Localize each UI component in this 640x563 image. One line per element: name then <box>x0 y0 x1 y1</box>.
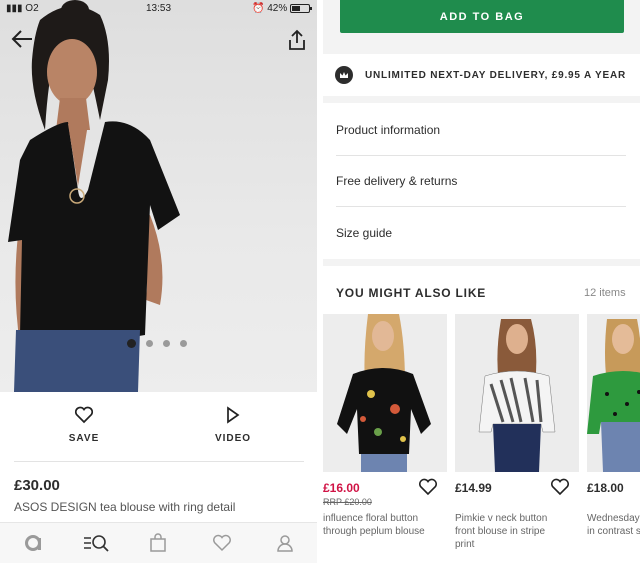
product-price: £30.00 <box>14 477 60 494</box>
saved-icon <box>213 534 231 552</box>
bottom-tab-bar <box>0 522 317 563</box>
account-icon <box>277 535 293 552</box>
tab-bag[interactable] <box>147 532 169 554</box>
divider <box>14 461 304 462</box>
product-details-screen: ADD TO BAG UNLIMITED NEXT-DAY DELIVERY, … <box>323 0 640 563</box>
search-icon <box>84 535 109 552</box>
card-name: Wednesday's Girl blouse in contrast spot <box>587 513 640 537</box>
home-icon <box>25 535 41 551</box>
product-card[interactable]: £16.00 RRP £20.00 influence floral butto… <box>323 314 447 537</box>
save-button[interactable]: SAVE <box>44 406 124 444</box>
save-label: SAVE <box>68 433 100 444</box>
heart-icon <box>550 478 570 496</box>
product-name: ASOS DESIGN tea blouse with ring detail <box>14 500 236 514</box>
heart-icon <box>74 406 94 424</box>
info-links: Product information Free delivery & retu… <box>323 103 640 259</box>
recommendations-section: YOU MIGHT ALSO LIKE 12 items £16.00 RRP … <box>323 266 640 563</box>
product-thumbnail[interactable] <box>323 314 447 472</box>
section-title: YOU MIGHT ALSO LIKE <box>336 286 487 300</box>
delivery-banner[interactable]: UNLIMITED NEXT-DAY DELIVERY, £9.95 A YEA… <box>323 54 640 96</box>
signal-icon: ▮▮▮ <box>6 3 23 14</box>
carousel-dot[interactable] <box>163 340 170 347</box>
product-card[interactable]: £14.99 Pimkie v neck button front blouse… <box>455 314 579 550</box>
carousel-dot[interactable] <box>146 340 153 347</box>
carousel-dots <box>127 339 187 348</box>
back-button[interactable] <box>10 28 36 50</box>
share-icon <box>289 29 305 50</box>
tab-home[interactable] <box>22 532 44 554</box>
item-count: 12 items <box>584 287 626 299</box>
heart-icon <box>418 478 438 496</box>
product-card[interactable]: £18.00 Wednesday's Girl blouse in contra… <box>587 314 640 537</box>
carousel-dot[interactable] <box>127 339 136 348</box>
alarm-icon: ⏰ <box>252 3 265 14</box>
tab-account[interactable] <box>274 532 296 554</box>
divider <box>336 155 626 156</box>
carousel-dot[interactable] <box>180 340 187 347</box>
product-image-carousel[interactable]: ▮▮▮ O2 13:53 ⏰ 42% <box>0 0 317 392</box>
card-name: Pimkie v neck button front blouse in str… <box>455 513 548 550</box>
product-screen: ▮▮▮ O2 13:53 ⏰ 42% SAVE VIDEO £30.00 ASO… <box>0 0 317 563</box>
play-icon <box>227 406 240 424</box>
bag-icon <box>150 533 166 552</box>
battery-percent: 42% <box>267 3 288 14</box>
size-guide-link[interactable]: Size guide <box>336 226 392 240</box>
card-name: influence floral button through peplum b… <box>323 513 425 537</box>
product-thumbnail[interactable] <box>587 314 640 472</box>
product-actions: SAVE VIDEO <box>0 392 317 462</box>
product-information-link[interactable]: Product information <box>336 123 440 137</box>
save-item-button[interactable] <box>550 478 570 496</box>
product-thumbnail[interactable] <box>455 314 579 472</box>
battery-icon <box>290 3 313 13</box>
battery-status: ⏰ 42% <box>252 3 313 14</box>
crown-icon <box>335 66 353 84</box>
clock: 13:53 <box>146 3 172 14</box>
card-price: £16.00 <box>323 481 360 495</box>
card-price: £18.00 <box>587 481 624 495</box>
carrier-label: ▮▮▮ O2 <box>6 3 39 14</box>
carrier-text: O2 <box>25 3 39 14</box>
tab-search[interactable] <box>82 532 110 554</box>
delivery-text: UNLIMITED NEXT-DAY DELIVERY, £9.95 A YEA… <box>365 69 627 81</box>
model-photo <box>8 0 180 392</box>
card-rrp: RRP £20.00 <box>323 497 372 507</box>
tab-saved[interactable] <box>211 532 233 554</box>
delivery-returns-link[interactable]: Free delivery & returns <box>336 174 457 188</box>
back-arrow-icon <box>11 30 32 48</box>
video-label: VIDEO <box>214 433 252 444</box>
divider <box>336 206 626 207</box>
video-button[interactable]: VIDEO <box>193 406 273 444</box>
add-to-bag-button[interactable]: ADD TO BAG <box>340 0 624 33</box>
save-item-button[interactable] <box>418 478 438 496</box>
card-price: £14.99 <box>455 481 492 495</box>
share-button[interactable] <box>286 28 308 52</box>
